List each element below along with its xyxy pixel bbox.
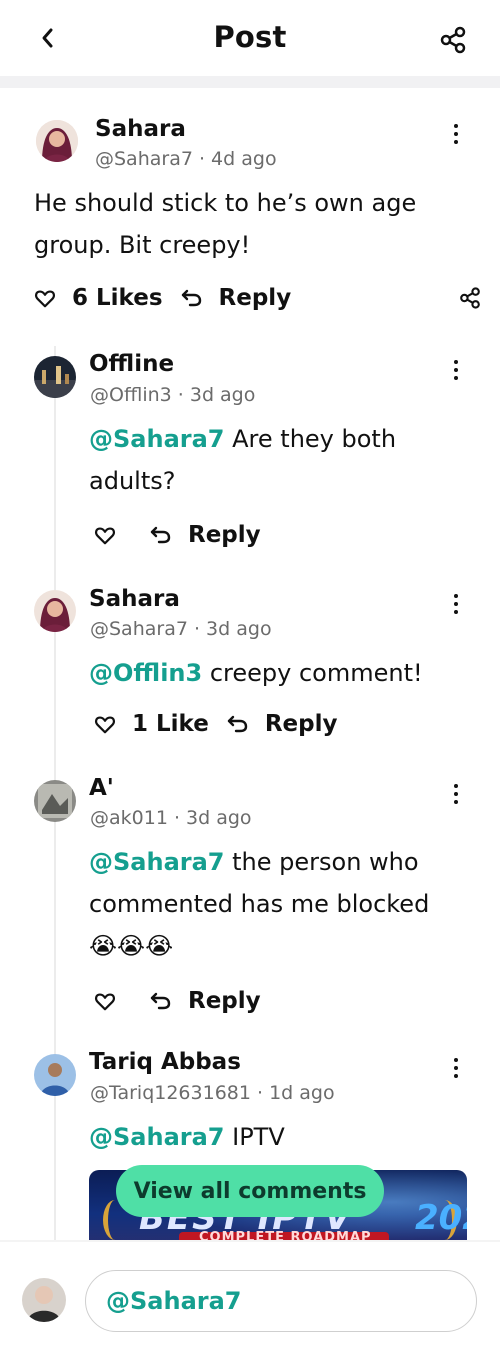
comment-actions: Reply — [94, 984, 261, 1018]
reply-icon — [150, 526, 171, 544]
like-count: 6 Likes — [72, 285, 163, 311]
avatar[interactable] — [36, 120, 78, 162]
reply-button[interactable]: Reply — [181, 285, 292, 311]
comment-text-line-1: @Sahara7 IPTV — [89, 1123, 285, 1151]
mention-link[interactable]: @Sahara7 — [89, 425, 225, 453]
reply-label: Reply — [218, 285, 292, 311]
user-avatar[interactable] — [22, 1278, 66, 1322]
comment-author-name[interactable]: Offline — [89, 351, 174, 377]
comment-author-name[interactable]: Sahara — [89, 586, 180, 612]
avatar[interactable] — [34, 590, 76, 632]
like-button[interactable]: 6 Likes — [34, 285, 163, 311]
comment-text-line-2: adults? — [89, 467, 176, 495]
heart-icon — [35, 290, 55, 308]
comment-meta: @Offlin3 · 3d ago — [90, 384, 256, 406]
reply-label: Reply — [188, 988, 261, 1014]
mention-link[interactable]: @Sahara7 — [89, 848, 225, 876]
comment-author-name[interactable]: A' — [89, 775, 114, 801]
comment-input[interactable]: @Sahara7 — [85, 1270, 477, 1332]
comment-text-line-2: commented has me blocked — [89, 890, 430, 918]
avatar[interactable] — [34, 780, 76, 822]
comment-actions: 1 Like Reply — [94, 707, 337, 741]
avatar[interactable] — [34, 356, 76, 398]
like-button[interactable] — [94, 990, 116, 1012]
comment-emoji-line: 😭😭😭 — [89, 932, 174, 960]
like-count: 1 Like — [132, 711, 209, 737]
page-title: Post — [213, 20, 287, 54]
reply-icon — [150, 992, 171, 1010]
comment-text-line-1: @Offlin3 creepy comment! — [89, 659, 423, 687]
preview-year: 2026 — [415, 1198, 467, 1238]
mention-link[interactable]: @Offlin3 — [89, 659, 202, 687]
avatar[interactable] — [34, 1054, 76, 1096]
like-button[interactable] — [94, 524, 116, 546]
comment-text-line-1: @Sahara7 the person who — [89, 848, 419, 876]
reply-button[interactable]: Reply — [150, 988, 261, 1014]
comment-composer: @Sahara7 — [0, 1242, 500, 1349]
post-author-name[interactable]: Sahara — [95, 116, 186, 142]
post-meta: @Sahara7 · 4d ago — [95, 148, 277, 170]
reply-button[interactable]: Reply — [227, 711, 338, 737]
post-text-line-2: group. Bit creepy! — [34, 231, 251, 259]
comment-meta: @Tariq12631681 · 1d ago — [90, 1082, 335, 1104]
post-more-kebab-icon[interactable] — [451, 122, 461, 148]
heart-icon — [95, 993, 115, 1011]
heart-icon — [95, 527, 115, 545]
comment-author-name[interactable]: Tariq Abbas — [89, 1049, 241, 1075]
header-divider — [0, 76, 500, 88]
reply-button[interactable]: Reply — [150, 522, 261, 548]
post-text-line-1: He should stick to he’s own age — [34, 189, 417, 217]
reply-label: Reply — [264, 711, 338, 737]
comment-more-kebab-icon[interactable] — [451, 782, 461, 808]
like-button[interactable]: 1 Like — [94, 711, 209, 737]
post-actions: 6 Likes Reply — [34, 281, 480, 315]
top-bar: Post — [0, 0, 500, 78]
comment-more-kebab-icon[interactable] — [451, 1056, 461, 1082]
comment-meta: @Sahara7 · 3d ago — [90, 618, 272, 640]
post-share-icon[interactable] — [458, 286, 482, 310]
comment-more-kebab-icon[interactable] — [451, 358, 461, 384]
reply-label: Reply — [188, 522, 261, 548]
mention-link[interactable]: @Sahara7 — [89, 1123, 225, 1151]
view-all-comments-button[interactable]: View all comments — [116, 1165, 384, 1217]
reply-icon — [181, 289, 201, 307]
comment-actions: Reply — [94, 518, 261, 552]
share-icon[interactable] — [438, 25, 468, 55]
reply-icon — [227, 715, 248, 733]
comment-more-kebab-icon[interactable] — [451, 592, 461, 618]
comment-text-line-1: @Sahara7 Are they both — [89, 425, 397, 453]
comment-meta: @ak011 · 3d ago — [90, 807, 252, 829]
heart-icon — [95, 716, 115, 734]
